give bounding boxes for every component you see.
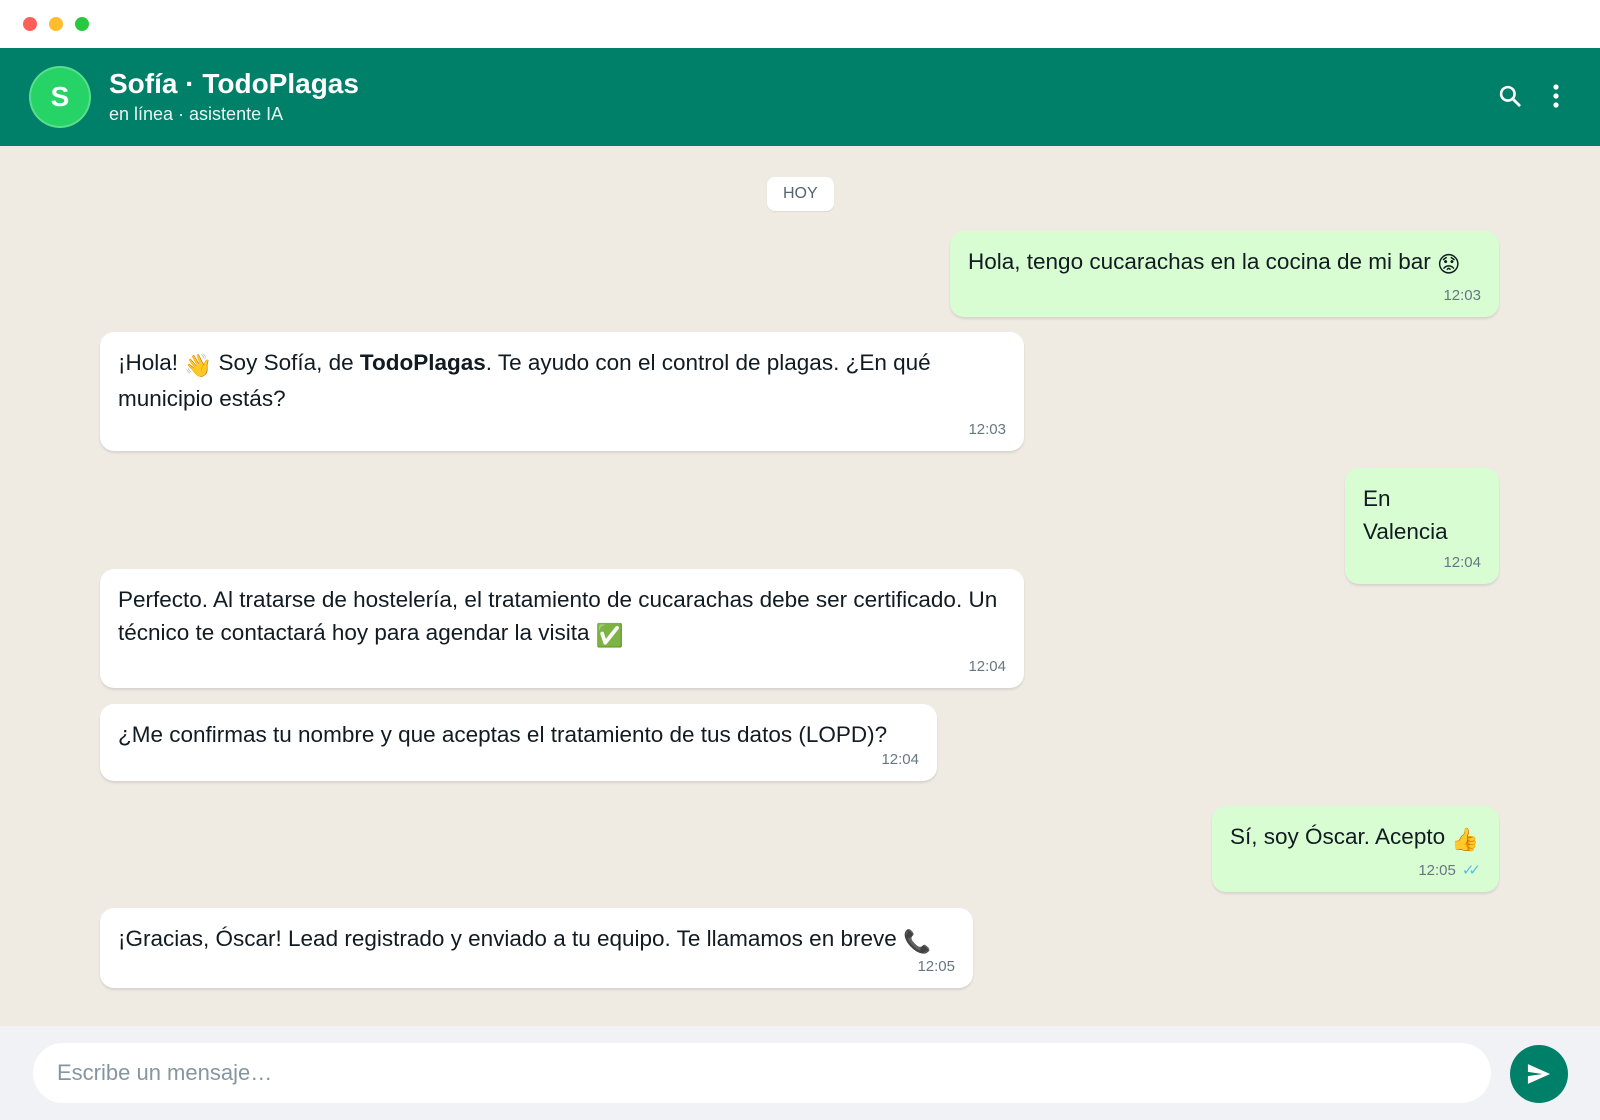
check-mark-emoji: ✅ [595, 623, 624, 648]
message-time: 12:05 [1418, 862, 1456, 879]
message-text-body: Sí, soy Óscar. Acepto [1230, 824, 1446, 849]
search-icon[interactable] [1492, 78, 1528, 114]
contact-name[interactable]: Sofía · TodoPlagas [109, 68, 359, 100]
send-icon [1527, 1064, 1551, 1084]
message-text: ¡Hola! 👋 Soy Sofía, de TodoPlagas. Te ay… [118, 346, 1006, 415]
more-vert-icon[interactable] [1538, 78, 1574, 114]
message-input[interactable] [33, 1043, 1491, 1103]
message-text: Sí, soy Óscar. Acepto 👍 [1230, 820, 1481, 856]
message-text: Hola, tengo cucarachas en la cocina de m… [968, 245, 1481, 281]
message-time: 12:04 [1443, 554, 1481, 571]
thumbs-up-emoji: 👍 [1451, 827, 1480, 852]
chat-header: S Sofía · TodoPlagas en línea · asistent… [0, 48, 1600, 146]
message-text: En Valencia [1363, 486, 1448, 544]
message-text-part: ¡Hola! [118, 350, 185, 375]
outgoing-message[interactable]: Sí, soy Óscar. Acepto 👍 12:05 ✓✓ [1212, 806, 1499, 892]
avatar[interactable]: S [29, 66, 91, 128]
message-list[interactable]: HOY Hola, tengo cucarachas en la cocina … [0, 146, 1600, 1026]
telephone-emoji: 📞 [903, 929, 932, 954]
message-time: 12:03 [1443, 287, 1481, 304]
message-text: ¿Me confirmas tu nombre y que aceptas el… [118, 722, 888, 747]
outgoing-message[interactable]: En Valencia 12:04 [1345, 468, 1499, 584]
close-window-button[interactable] [23, 17, 37, 31]
title-bar [0, 0, 1600, 48]
minimize-window-button[interactable] [49, 17, 63, 31]
date-divider: HOY [767, 177, 834, 211]
message-text: ¡Gracias, Óscar! Lead registrado y envia… [118, 922, 955, 958]
incoming-message[interactable]: Perfecto. Al tratarse de hostelería, el … [100, 569, 1024, 688]
incoming-message[interactable]: ¿Me confirmas tu nombre y que aceptas el… [100, 704, 937, 781]
composer-bar [0, 1026, 1600, 1120]
message-time: 12:05 [917, 958, 955, 975]
send-button[interactable] [1510, 1045, 1568, 1103]
message-time: 12:04 [968, 658, 1006, 675]
maximize-window-button[interactable] [75, 17, 89, 31]
message-text-body: Hola, tengo cucarachas en la cocina de m… [968, 249, 1431, 274]
read-receipt-icon: ✓✓ [1461, 862, 1481, 879]
message-time: 12:04 [881, 751, 919, 768]
brand-name: TodoPlagas [359, 350, 486, 375]
message-text-part: Soy Sofía, de [212, 350, 360, 375]
chat-window: S Sofía · TodoPlagas en línea · asistent… [0, 0, 1600, 1120]
contact-status: en línea · asistente IA [109, 104, 284, 124]
incoming-message[interactable]: ¡Gracias, Óscar! Lead registrado y envia… [100, 908, 973, 988]
message-text-body: Perfecto. Al tratarse de hostelería, el … [118, 587, 998, 645]
message-text-body: ¡Gracias, Óscar! Lead registrado y envia… [118, 926, 897, 951]
waving-hand-emoji: 👋 [184, 353, 213, 378]
message-time: 12:03 [968, 421, 1006, 438]
worried-face-emoji: 😟 [1437, 252, 1461, 277]
incoming-message[interactable]: ¡Hola! 👋 Soy Sofía, de TodoPlagas. Te ay… [100, 332, 1024, 451]
outgoing-message[interactable]: Hola, tengo cucarachas en la cocina de m… [950, 231, 1499, 317]
message-text: Perfecto. Al tratarse de hostelería, el … [118, 583, 1006, 652]
